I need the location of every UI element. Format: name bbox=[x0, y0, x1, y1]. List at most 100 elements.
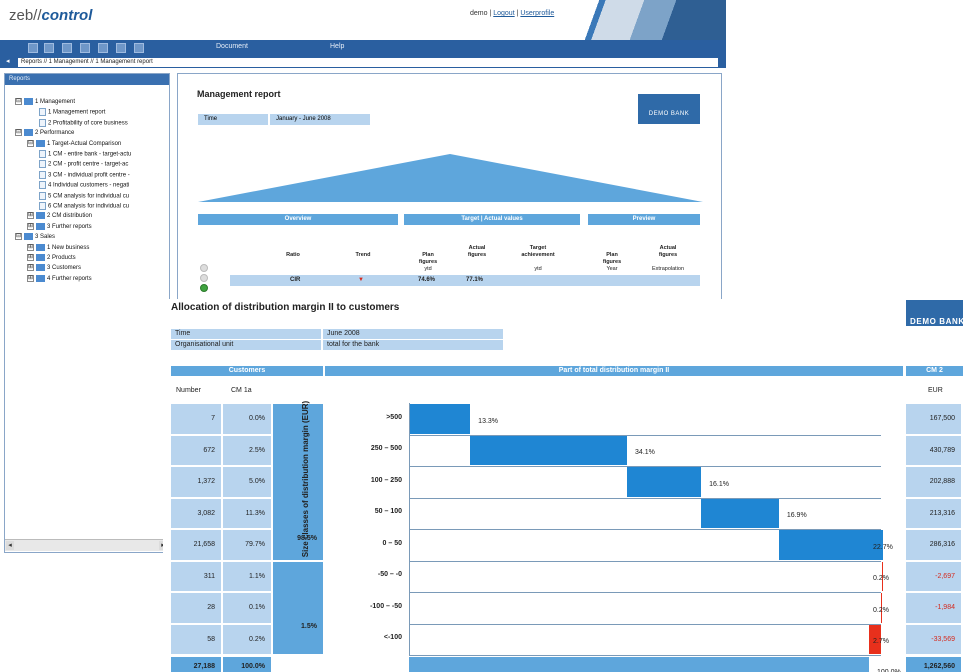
tree-item[interactable]: ⊟ 3 Sales bbox=[15, 233, 55, 242]
tree-item[interactable]: ⊞ 1 New business bbox=[27, 243, 89, 253]
waterfall-bar[interactable] bbox=[470, 435, 628, 465]
expand-toggle-icon[interactable]: ⊞ bbox=[27, 212, 34, 220]
customer-number-cell: 3,082 bbox=[171, 498, 221, 528]
total-share: 100.0% bbox=[223, 657, 271, 672]
export-icon[interactable] bbox=[98, 43, 108, 53]
tree-item[interactable]: 1 CM - entire bank - target-actu bbox=[39, 150, 131, 159]
management-report-panel: Management report Time January - June 20… bbox=[177, 73, 722, 303]
expand-toggle-icon[interactable]: ⊟ bbox=[15, 98, 22, 105]
row-gridline bbox=[409, 560, 881, 562]
expand-toggle-icon[interactable]: ⊟ bbox=[27, 139, 34, 147]
expand-toggle-icon[interactable]: ⊞ bbox=[27, 274, 34, 282]
tree-item[interactable]: ⊟ 2 Performance bbox=[15, 129, 74, 138]
logout-link[interactable]: Logout bbox=[493, 10, 514, 17]
waterfall-bar[interactable] bbox=[778, 530, 884, 560]
sub-preview-extrapolation: Extrapolation bbox=[651, 266, 685, 272]
scroll-left-icon[interactable]: ◂ bbox=[6, 541, 14, 550]
settings-icon[interactable] bbox=[62, 43, 72, 53]
waterfall-percent-label: 16.1% bbox=[709, 480, 729, 488]
cir-actual: 77.1% bbox=[466, 277, 484, 283]
tree-item[interactable]: 4 Individual customers - negati bbox=[39, 181, 129, 190]
tree-item[interactable]: 2 Profitability of core business bbox=[39, 118, 128, 128]
customer-number-cell: 21,658 bbox=[171, 530, 221, 560]
total-bar[interactable] bbox=[409, 657, 869, 672]
waterfall-axis bbox=[409, 403, 410, 655]
tree-item[interactable]: 3 CM - individual profit centre - bbox=[39, 170, 130, 180]
tree-item[interactable]: ⊞ 2 Products bbox=[27, 254, 76, 263]
size-class-label: -100 – -50 bbox=[370, 602, 402, 610]
row-gridline bbox=[409, 592, 881, 593]
folder-icon bbox=[36, 222, 45, 230]
tools-icon[interactable] bbox=[80, 43, 90, 53]
row-gridline bbox=[409, 623, 881, 625]
folder-icon bbox=[36, 243, 45, 251]
back-icon[interactable] bbox=[28, 43, 38, 53]
folder-icon bbox=[36, 212, 45, 220]
print-icon[interactable] bbox=[134, 43, 144, 53]
subheader-number: Number bbox=[176, 387, 201, 394]
breadcrumb-bar: ◂ Reports // 1 Management // 1 Managemen… bbox=[0, 56, 726, 68]
customer-number-cell: 28 bbox=[171, 593, 221, 623]
positive-sum-share: 98.5% bbox=[273, 404, 323, 560]
userprofile-link[interactable]: Userprofile bbox=[520, 10, 554, 17]
tree-item[interactable]: 1 Management report bbox=[39, 108, 105, 117]
section-part-of-margin: Part of total distribution margin II bbox=[325, 366, 903, 376]
customer-number-cell: 1,372 bbox=[171, 467, 221, 497]
document-icon bbox=[39, 191, 46, 200]
username: demo bbox=[470, 10, 488, 17]
cir-plan: 74.6% bbox=[418, 277, 436, 283]
sub-target-ytd: ytd bbox=[534, 266, 542, 272]
expand-toggle-icon[interactable]: ⊞ bbox=[27, 222, 34, 230]
tree-item[interactable]: ⊟ 1 Target-Actual Comparison bbox=[27, 139, 121, 149]
tree-item[interactable]: 6 CM analysis for individual cu bbox=[39, 202, 129, 211]
total-cm2: 1,262,560 bbox=[906, 657, 961, 672]
tree-item[interactable]: ⊟ 1 Management bbox=[15, 98, 75, 107]
menu-help[interactable]: Help bbox=[330, 43, 344, 50]
tree-item[interactable]: ⊞ 2 CM distribution bbox=[27, 212, 92, 221]
light-middle bbox=[200, 274, 208, 282]
row-gridline bbox=[409, 655, 881, 656]
folder-icon bbox=[36, 264, 45, 272]
cir-row[interactable]: CIR ▼ 74.6% 77.1% bbox=[230, 275, 700, 286]
header-preview-actual: Actual figures bbox=[658, 245, 678, 258]
demo-bank-logo: DEMO BANK bbox=[638, 94, 700, 124]
document-icon bbox=[39, 108, 46, 117]
breadcrumb-arrow-icon[interactable]: ◂ bbox=[6, 57, 10, 65]
expand-toggle-icon[interactable]: ⊟ bbox=[15, 233, 22, 241]
size-class-label: >500 bbox=[386, 413, 402, 421]
waterfall-percent-label: 13.3% bbox=[478, 417, 499, 425]
expand-toggle-icon[interactable]: ⊞ bbox=[27, 254, 34, 261]
header-target-achievement: Target achievement bbox=[521, 245, 555, 258]
waterfall-bar[interactable] bbox=[409, 404, 471, 434]
cm1a-share-cell: 5.0% bbox=[223, 467, 271, 497]
expand-toggle-icon[interactable]: ⊟ bbox=[15, 129, 22, 137]
breadcrumb: Reports // 1 Management // 1 Management … bbox=[18, 58, 718, 67]
tree-item[interactable]: ⊞ 3 Further reports bbox=[27, 222, 92, 232]
sidebar-horizontal-scrollbar[interactable]: ◂ ▸ bbox=[5, 539, 169, 551]
forward-icon[interactable] bbox=[44, 43, 54, 53]
screenshot-canvas: zeb//control demo | Logout | Userprofile… bbox=[0, 0, 963, 672]
tree-item-label: 1 CM - entire bank - target-actu bbox=[48, 151, 132, 158]
waterfall-bar[interactable] bbox=[627, 467, 702, 497]
allocation-bank-logo: DEMO BANK bbox=[906, 300, 963, 326]
tree-item-label: 3 Sales bbox=[35, 234, 56, 241]
waterfall-percent-label: 16.9% bbox=[786, 512, 807, 520]
tree-item[interactable]: 5 CM analysis for individual cu bbox=[39, 191, 129, 201]
allocation-report: Allocation of distribution margin II to … bbox=[163, 299, 963, 672]
size-class-label: 100 – 250 bbox=[370, 476, 402, 484]
folder-icon bbox=[36, 274, 45, 282]
menu-document[interactable]: Document bbox=[216, 43, 248, 50]
folder-icon bbox=[36, 139, 45, 147]
document-icon bbox=[39, 181, 46, 190]
logo-part1: zeb// bbox=[9, 7, 42, 24]
chart-icon[interactable] bbox=[116, 43, 126, 53]
tree-item[interactable]: ⊞ 4 Further reports bbox=[27, 274, 92, 284]
expand-toggle-icon[interactable]: ⊞ bbox=[27, 264, 34, 272]
tree-item[interactable]: 2 CM - profit centre - target-ac bbox=[39, 160, 128, 169]
tree-item[interactable]: ⊞ 3 Customers bbox=[27, 264, 81, 273]
expand-toggle-icon[interactable]: ⊞ bbox=[27, 243, 34, 251]
waterfall-bar[interactable] bbox=[701, 498, 779, 528]
folder-icon bbox=[36, 254, 45, 261]
tree-item-label: 1 Management report bbox=[48, 109, 106, 116]
size-class-label: 250 – 500 bbox=[370, 445, 402, 453]
